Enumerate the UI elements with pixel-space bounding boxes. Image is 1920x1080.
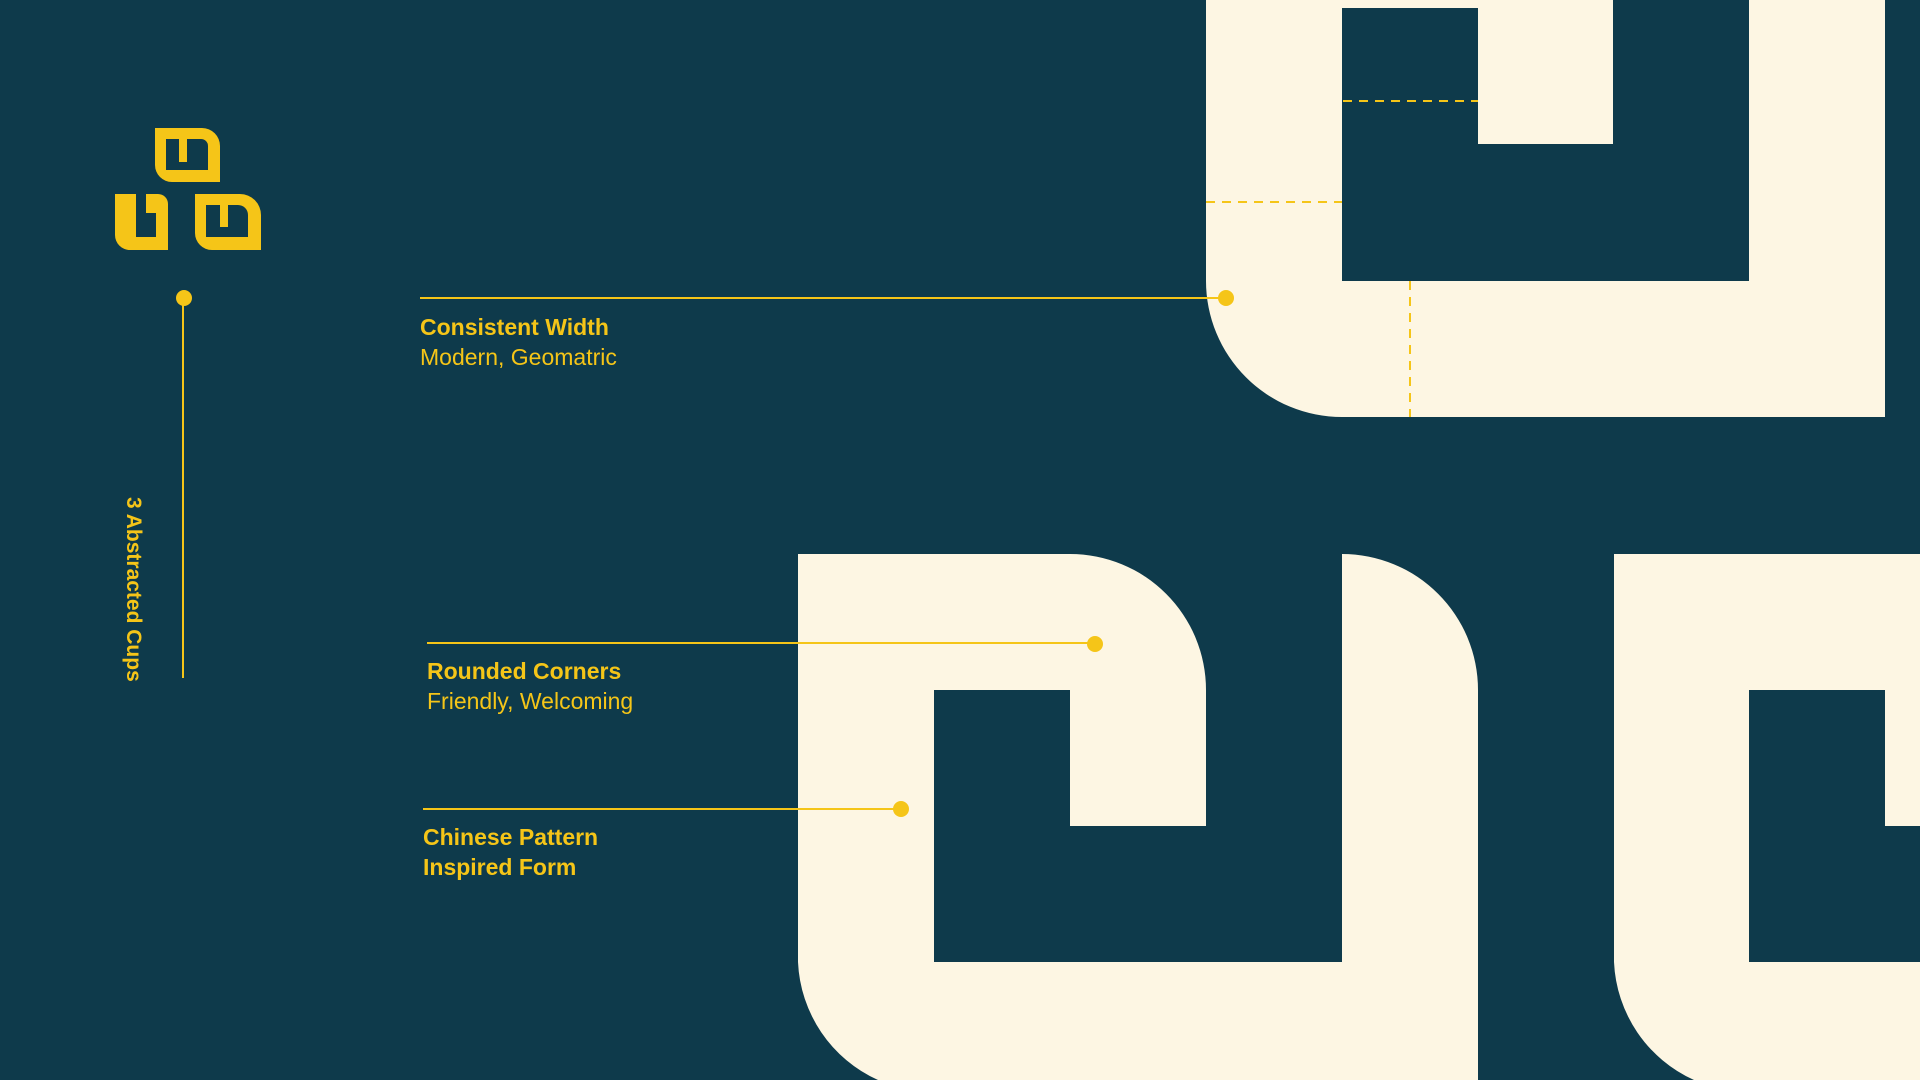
artwork-canvas bbox=[115, 0, 1920, 1080]
callout-subtitle: Modern, Geomatric bbox=[420, 344, 617, 370]
callout-line-1 bbox=[420, 290, 1234, 306]
vertical-accent-line bbox=[176, 290, 192, 678]
three-cups-logo-icon bbox=[115, 128, 261, 250]
callout-title: Consistent Width bbox=[420, 314, 609, 340]
callout-title: Rounded Corners bbox=[427, 658, 622, 684]
callout-subtitle: Inspired Form bbox=[423, 854, 577, 880]
callout-rounded-corners: Rounded Corners Friendly, Welcoming bbox=[427, 656, 633, 716]
callout-subtitle: Friendly, Welcoming bbox=[427, 688, 634, 714]
bottom-right-cup-shape bbox=[1614, 554, 1920, 1080]
side-label: 3 Abstracted Cups bbox=[122, 497, 145, 682]
bottom-left-cup-shape bbox=[798, 554, 1478, 1080]
callout-consistent-width: Consistent Width Modern, Geomatric bbox=[420, 312, 617, 372]
callout-chinese-pattern: Chinese Pattern Inspired Form bbox=[423, 822, 598, 882]
callout-title: Chinese Pattern bbox=[423, 824, 599, 850]
top-cup-shape bbox=[1206, 0, 1885, 417]
